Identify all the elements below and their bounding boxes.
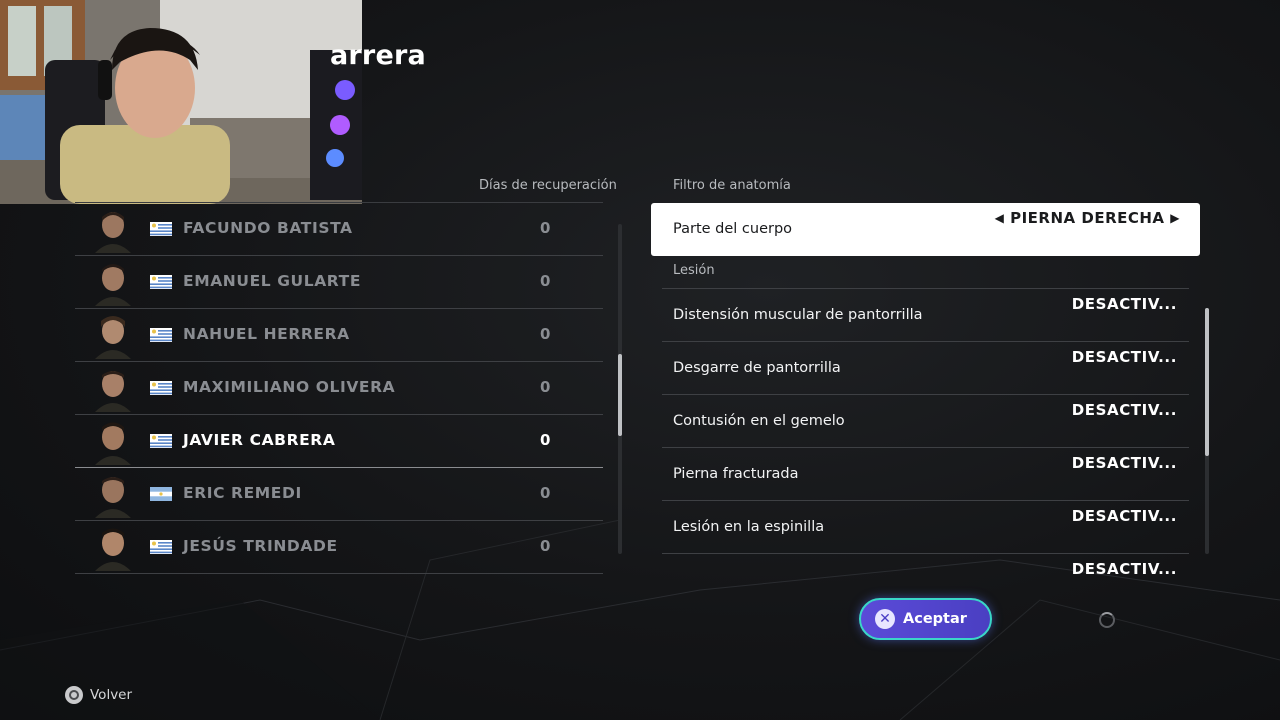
player-list-scroll-thumb[interactable] [618, 354, 622, 436]
webcam-overlay [0, 0, 362, 204]
accept-button-label: Aceptar [903, 611, 967, 627]
anatomy-filter-header: Filtro de anatomía [673, 178, 791, 193]
uruguay-flag-icon [150, 328, 172, 342]
injury-section-label: Lesión [673, 263, 715, 278]
injury-state: DESACTIV... [1071, 560, 1177, 578]
injury-name: Distensión muscular de pantorrilla [673, 307, 923, 323]
player-name: FACUNDO BATISTA [183, 219, 353, 237]
player-avatar [95, 477, 131, 518]
player-row[interactable]: MAXIMILIANO OLIVERA 0 [75, 362, 603, 415]
injury-name: Pierna fracturada [673, 466, 799, 482]
circle-button-icon [65, 686, 83, 704]
player-row[interactable]: EMANUEL GULARTE 0 [75, 256, 603, 309]
injury-name: Lesión en la espinilla [673, 519, 825, 535]
injury-state: DESACTIV... [1071, 295, 1177, 313]
injury-row[interactable]: Desgarre de pantorrilla DESACTIV... [662, 341, 1189, 394]
player-avatar [95, 264, 131, 306]
loading-spinner-icon [1099, 612, 1115, 628]
player-name: JESÚS TRINDADE [183, 537, 338, 555]
injury-list-scroll-thumb[interactable] [1205, 308, 1209, 456]
player-name: NAHUEL HERRERA [183, 325, 350, 343]
back-label: Volver [90, 687, 133, 703]
injury-row[interactable]: DESACTIV... [662, 553, 1189, 588]
uruguay-flag-icon [150, 222, 172, 236]
player-avatar [95, 371, 131, 412]
player-row[interactable]: FACUNDO BATISTA 0 [75, 203, 603, 256]
argentina-flag-icon [150, 487, 172, 501]
body-part-label: Parte del cuerpo [673, 221, 793, 237]
injury-list: Distensión muscular de pantorrilla DESAC… [662, 288, 1189, 588]
injury-row[interactable]: Lesión en la espinilla DESACTIV... [662, 500, 1189, 553]
recovery-days-value: 0 [540, 219, 551, 237]
injury-state: DESACTIV... [1071, 454, 1177, 472]
player-avatar [95, 528, 131, 571]
player-row[interactable]: JESÚS TRINDADE 0 [75, 521, 603, 574]
body-part-value-text: PIERNA DERECHA [1010, 209, 1165, 227]
injury-state: DESACTIV... [1071, 507, 1177, 525]
left-arrow-icon[interactable]: ◀ [995, 211, 1005, 225]
recovery-days-value: 0 [540, 272, 551, 290]
right-arrow-icon[interactable]: ▶ [1170, 211, 1180, 225]
uruguay-flag-icon [150, 540, 172, 554]
player-name: MAXIMILIANO OLIVERA [183, 378, 396, 396]
recovery-days-value: 0 [540, 431, 551, 449]
accept-button[interactable]: ✕ Aceptar [859, 598, 992, 640]
player-avatar [95, 212, 131, 253]
recovery-days-value: 0 [540, 378, 551, 396]
page-title: arrera [330, 40, 426, 71]
injury-row[interactable]: Contusión en el gemelo DESACTIV... [662, 394, 1189, 447]
uruguay-flag-icon [150, 381, 172, 395]
player-row[interactable]: ERIC REMEDI 0 [75, 468, 603, 521]
body-part-value: ◀ PIERNA DERECHA ▶ [995, 209, 1180, 227]
injury-name: Contusión en el gemelo [673, 413, 845, 429]
cross-button-icon: ✕ [875, 609, 895, 629]
player-row[interactable]: NAHUEL HERRERA 0 [75, 309, 603, 362]
player-name: EMANUEL GULARTE [183, 272, 362, 290]
recovery-days-value: 0 [540, 484, 551, 502]
player-avatar [95, 422, 131, 465]
player-list: FACUNDO BATISTA 0 EMANUEL GULARTE 0 NAHU… [75, 203, 603, 574]
player-name: ERIC REMEDI [183, 484, 302, 502]
uruguay-flag-icon [150, 434, 172, 448]
player-name: JAVIER CABRERA [183, 431, 336, 449]
recovery-days-header: Días de recuperación [479, 178, 617, 193]
player-row-selected[interactable]: JAVIER CABRERA 0 [75, 415, 603, 468]
recovery-days-value: 0 [540, 325, 551, 343]
uruguay-flag-icon [150, 275, 172, 289]
injury-state: DESACTIV... [1071, 401, 1177, 419]
recovery-days-value: 0 [540, 537, 551, 555]
player-avatar [95, 316, 131, 359]
injury-row[interactable]: Distensión muscular de pantorrilla DESAC… [662, 288, 1189, 341]
injury-row[interactable]: Pierna fracturada DESACTIV... [662, 447, 1189, 500]
injury-name: Desgarre de pantorrilla [673, 360, 841, 376]
injury-state: DESACTIV... [1071, 348, 1177, 366]
body-part-selector[interactable]: Parte del cuerpo ◀ PIERNA DERECHA ▶ [651, 203, 1200, 256]
